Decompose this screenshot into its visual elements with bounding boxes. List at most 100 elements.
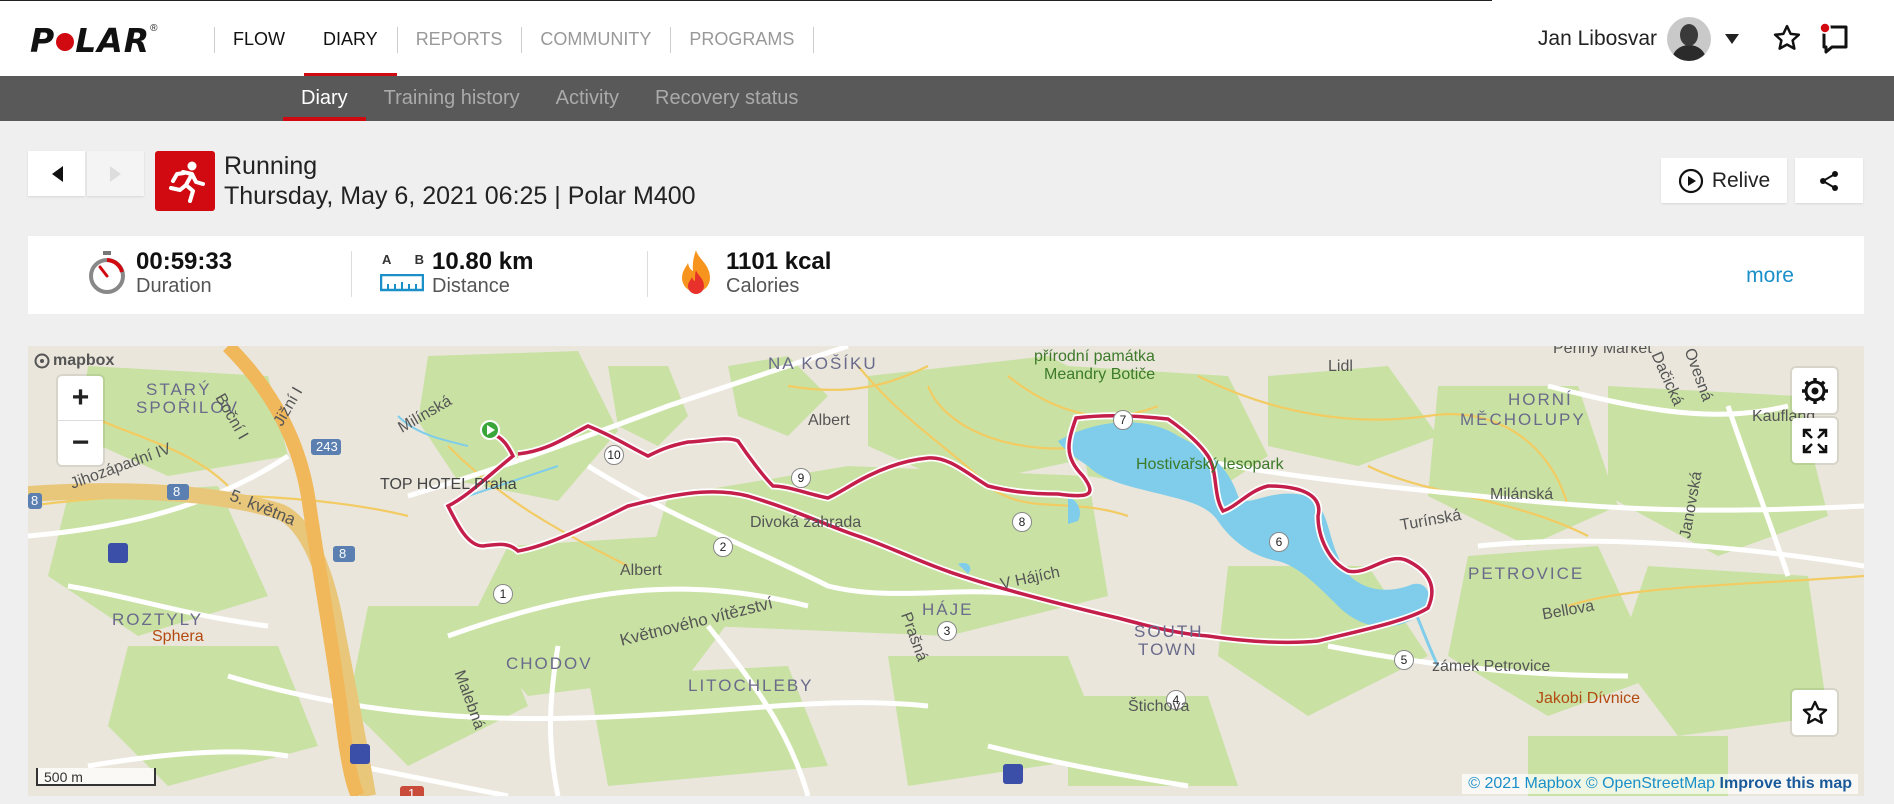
tab-training-history[interactable]: Training history bbox=[366, 76, 538, 121]
map-label: MĚCHOLUPY bbox=[1460, 410, 1586, 429]
zoom-out-button[interactable]: − bbox=[58, 421, 103, 465]
distance-metric: A B 10.80 km Distance bbox=[380, 248, 533, 297]
road-shield-label: 243 bbox=[316, 439, 338, 454]
km-marker-5: 5 bbox=[1394, 650, 1414, 670]
km-marker-8: 8 bbox=[1012, 512, 1032, 532]
metric-divider bbox=[647, 251, 648, 297]
map-label: ROZTYLY bbox=[112, 610, 204, 629]
relive-label: Relive bbox=[1711, 168, 1771, 192]
km-marker-6: 6 bbox=[1269, 532, 1289, 552]
km-marker-1: 1 bbox=[493, 584, 513, 604]
mapbox-label: mapbox bbox=[53, 352, 115, 369]
map-label: Jakobi Dívnice bbox=[1536, 690, 1641, 707]
km-marker-10: 10 bbox=[604, 445, 624, 465]
nav-community[interactable]: COMMUNITY bbox=[521, 1, 670, 77]
map-label: Albert bbox=[620, 562, 662, 579]
map-label: TOWN bbox=[1138, 640, 1198, 659]
avatar[interactable] bbox=[1667, 17, 1711, 61]
gear-icon bbox=[1801, 377, 1828, 404]
map-favorite-button[interactable] bbox=[1792, 690, 1837, 735]
mapbox-logo[interactable]: mapbox bbox=[34, 352, 114, 370]
map-label: přírodní památka bbox=[1034, 348, 1155, 365]
main-nav: FLOW DIARY REPORTS COMMUNITY PROGRAMS bbox=[214, 1, 851, 77]
map-label: STARÝ bbox=[146, 380, 212, 399]
notifications-icon[interactable] bbox=[1818, 21, 1852, 60]
improve-map-link[interactable]: Improve this map bbox=[1720, 775, 1852, 792]
user-name[interactable]: Jan Libosvar bbox=[1538, 27, 1657, 51]
previous-session-button[interactable] bbox=[28, 151, 85, 196]
map-label: Lidl bbox=[1328, 358, 1353, 375]
route-map[interactable]: 1 2 3 4 5 6 7 8 9 10 NA KOŠÍKU přírodní památka M… bbox=[28, 346, 1864, 796]
road-shield-label: 8 bbox=[173, 484, 181, 499]
tab-activity[interactable]: Activity bbox=[538, 76, 637, 121]
sub-navigation-bar: Diary Training history Activity Recovery… bbox=[0, 76, 1894, 121]
map-label: Sphera bbox=[152, 628, 204, 645]
favorites-star-icon[interactable] bbox=[1772, 23, 1802, 58]
map-label: CHODOV bbox=[506, 654, 593, 673]
zoom-controls: + − bbox=[58, 376, 103, 465]
subnav-items: Diary Training history Activity Recovery… bbox=[283, 76, 816, 121]
km-marker-9: 9 bbox=[791, 468, 811, 488]
summary-panel: 00:59:33 Duration A B 10.80 km Distance … bbox=[28, 236, 1864, 314]
chevron-right-icon bbox=[109, 165, 121, 182]
mapbox-attribution-link[interactable]: © 2021 Mapbox bbox=[1468, 775, 1581, 792]
logo-dot bbox=[56, 32, 75, 51]
map-label: Divoká zahrada bbox=[750, 514, 862, 531]
distance-icon-letter-a: A bbox=[382, 252, 392, 267]
nav-reports[interactable]: REPORTS bbox=[396, 1, 522, 77]
road-shield-label: 1 bbox=[408, 786, 416, 796]
more-link[interactable]: more bbox=[1746, 264, 1794, 288]
share-button[interactable] bbox=[1795, 158, 1863, 203]
distance-value: 10.80 km bbox=[432, 248, 534, 275]
sport-title: Running bbox=[224, 152, 318, 180]
duration-value: 00:59:33 bbox=[136, 248, 233, 275]
user-menu[interactable]: Jan Libosvar bbox=[1538, 15, 1739, 63]
top-navigation-bar: P LAR ® FLOW DIARY REPORTS COMMUNITY PROGR… bbox=[0, 0, 1894, 77]
logo-registered-mark: ® bbox=[150, 22, 158, 34]
osm-attribution-link[interactable]: © OpenStreetMap bbox=[1586, 775, 1715, 792]
relive-button[interactable]: Relive bbox=[1661, 158, 1787, 203]
share-icon bbox=[1820, 170, 1838, 191]
road-shield-label: 8 bbox=[31, 493, 39, 508]
fullscreen-icon bbox=[1802, 428, 1827, 453]
km-marker-7: 7 bbox=[1113, 410, 1133, 430]
duration-label: Duration bbox=[136, 275, 212, 297]
ruler-icon: A B bbox=[380, 248, 426, 294]
running-icon bbox=[155, 151, 215, 211]
map-label: HÁJE bbox=[922, 600, 974, 619]
map-label: Meandry Botiče bbox=[1044, 366, 1156, 383]
map-settings-button[interactable] bbox=[1792, 368, 1837, 413]
map-label: SOUTH bbox=[1134, 622, 1204, 641]
chevron-left-icon bbox=[51, 165, 63, 182]
loading-line bbox=[1492, 0, 1894, 2]
polar-logo[interactable]: P LAR ® bbox=[30, 21, 158, 60]
distance-icon-letter-b: B bbox=[414, 252, 424, 267]
map-scale-bar: 500 m bbox=[36, 768, 156, 786]
chevron-down-icon[interactable] bbox=[1725, 34, 1739, 44]
map-label: zámek Petrovice bbox=[1432, 658, 1551, 675]
map-label: TOP HOTEL Praha bbox=[380, 476, 517, 493]
zoom-in-button[interactable]: + bbox=[58, 376, 103, 421]
road-shield-label: 8 bbox=[339, 546, 347, 561]
next-session-button[interactable] bbox=[87, 151, 144, 196]
map-label: Hostivařský lesopark bbox=[1136, 456, 1284, 473]
map-label: PETROVICE bbox=[1468, 564, 1585, 583]
km-marker-3: 3 bbox=[937, 621, 957, 641]
session-pager bbox=[28, 151, 148, 196]
tab-recovery-status[interactable]: Recovery status bbox=[637, 76, 816, 121]
calories-label: Calories bbox=[726, 275, 800, 297]
metric-divider bbox=[351, 251, 352, 297]
tab-diary[interactable]: Diary bbox=[283, 76, 366, 121]
play-circle-icon bbox=[1678, 168, 1703, 193]
map-label: Albert bbox=[808, 412, 850, 429]
star-icon bbox=[1802, 700, 1827, 724]
nav-diary[interactable]: DIARY bbox=[304, 1, 397, 77]
nav-flow[interactable]: FLOW bbox=[214, 1, 304, 77]
exercise-date-device: Thursday, May 6, 2021 06:25 | Polar M400 bbox=[224, 182, 696, 210]
map-label: NA KOŠÍKU bbox=[768, 354, 878, 373]
nav-programs[interactable]: PROGRAMS bbox=[670, 1, 813, 77]
map-label: Milánská bbox=[1490, 486, 1554, 503]
calories-metric: 1101 kcal Calories bbox=[678, 248, 831, 297]
duration-metric: 00:59:33 Duration bbox=[86, 248, 232, 297]
fullscreen-button[interactable] bbox=[1792, 418, 1837, 463]
